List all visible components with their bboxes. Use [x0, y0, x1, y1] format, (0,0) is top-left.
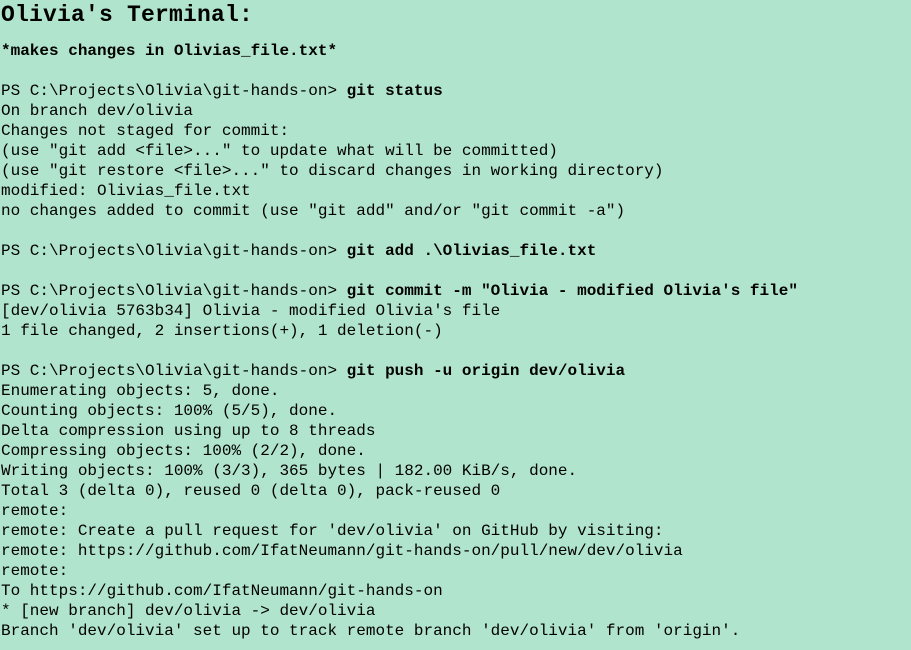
output-line: To https://github.com/IfatNeumann/git-ha…	[1, 582, 443, 600]
output-line: remote: https://github.com/IfatNeumann/g…	[1, 542, 683, 560]
command-line: PS C:\Projects\Olivia\git-hands-on> git …	[1, 361, 911, 381]
output-line: remote:	[1, 502, 69, 520]
command: git status	[346, 82, 443, 100]
command: git add .\Olivias_file.txt	[346, 242, 597, 260]
output-line: Writing objects: 100% (3/3), 365 bytes |…	[1, 462, 578, 480]
prompt: PS C:\Projects\Olivia\git-hands-on>	[1, 242, 347, 260]
output-line: Compressing objects: 100% (2/2), done.	[1, 442, 366, 460]
output-line: Total 3 (delta 0), reused 0 (delta 0), p…	[1, 482, 501, 500]
terminal-title: Olivia's Terminal:	[1, 2, 254, 28]
output-line: (use "git add <file>..." to update what …	[1, 142, 558, 160]
command-line: PS C:\Projects\Olivia\git-hands-on> git …	[1, 281, 911, 301]
output-line: Delta compression using up to 8 threads	[1, 422, 376, 440]
terminal-window: Olivia's Terminal: *makes changes in Oli…	[0, 0, 911, 650]
prompt: PS C:\Projects\Olivia\git-hands-on>	[1, 82, 347, 100]
change-note: *makes changes in Olivias_file.txt*	[1, 42, 338, 60]
output-line: Enumerating objects: 5, done.	[1, 382, 280, 400]
output-line: (use "git restore <file>..." to discard …	[1, 162, 664, 180]
command: git push -u origin dev/olivia	[346, 362, 626, 380]
output-line: Branch 'dev/olivia' set up to track remo…	[1, 622, 741, 640]
output-line: [dev/olivia 5763b34] Olivia - modified O…	[1, 302, 501, 320]
output-line: Changes not staged for commit:	[1, 122, 290, 140]
prompt: PS C:\Projects\Olivia\git-hands-on>	[1, 282, 347, 300]
prompt: PS C:\Projects\Olivia\git-hands-on>	[1, 362, 347, 380]
output-line: modified: Olivias_file.txt	[1, 182, 251, 200]
output-line: On branch dev/olivia	[1, 102, 194, 120]
command: git commit -m "Olivia - modified Olivia'…	[346, 282, 798, 300]
command-line: PS C:\Projects\Olivia\git-hands-on> git …	[1, 81, 911, 101]
output-line: remote:	[1, 562, 69, 580]
output-line: 1 file changed, 2 insertions(+), 1 delet…	[1, 322, 443, 340]
output-line: * [new branch] dev/olivia -> dev/olivia	[1, 602, 376, 620]
command-line: PS C:\Projects\Olivia\git-hands-on> git …	[1, 241, 911, 261]
output-line: Counting objects: 100% (5/5), done.	[1, 402, 338, 420]
output-line: no changes added to commit (use "git add…	[1, 202, 626, 220]
output-line: remote: Create a pull request for 'dev/o…	[1, 522, 664, 540]
